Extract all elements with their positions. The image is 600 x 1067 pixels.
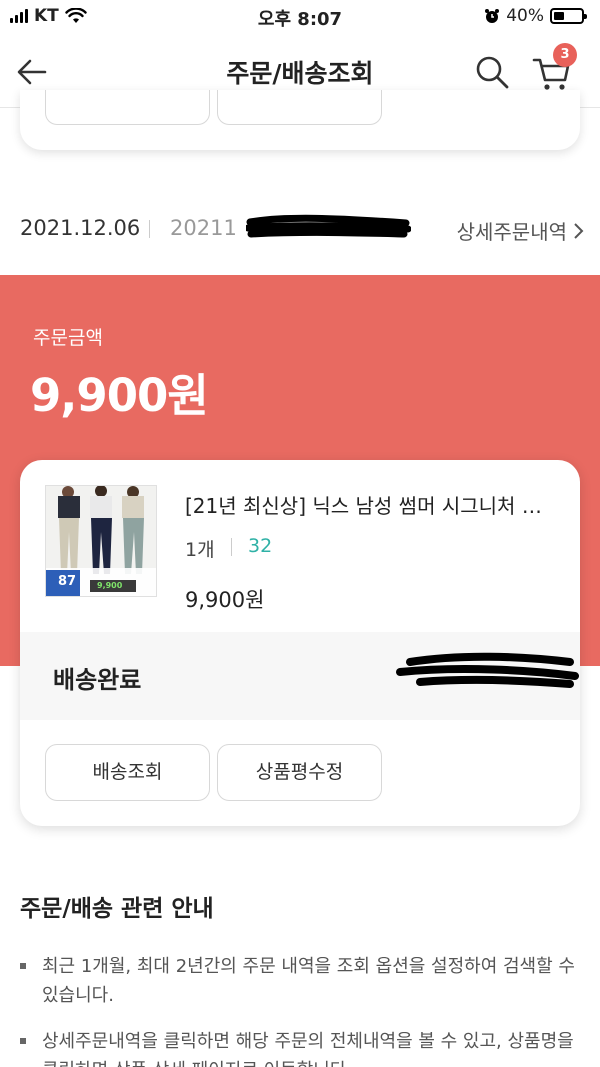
search-icon bbox=[476, 56, 509, 89]
product-option: 32 bbox=[248, 535, 273, 557]
order-detail-label: 상세주문내역 bbox=[456, 220, 567, 244]
alarm-icon bbox=[485, 9, 500, 23]
info-list: 최근 1개월, 최대 2년간의 주문 내역을 조회 옵션을 설정하여 검색할 수… bbox=[20, 952, 585, 1067]
page-title: 주문/배송조회 bbox=[226, 59, 374, 88]
product-name[interactable]: [21년 최신상] 닉스 남성 썸머 시그니처 팬츠 bbox=[185, 490, 555, 519]
cart-count-badge: 3 bbox=[553, 43, 577, 67]
amount-label: 주문금액 bbox=[33, 327, 103, 349]
delivery-status: 배송완료 bbox=[53, 666, 142, 694]
order-number: 20211 bbox=[170, 216, 237, 240]
info-item-text: 상세주문내역을 클릭하면 해당 주문의 전체내역을 볼 수 있고, 상품명을 클… bbox=[42, 1031, 574, 1067]
status-bar: KT 오후 8:07 40% bbox=[0, 0, 600, 34]
order-date: 2021.12.06 bbox=[20, 216, 141, 240]
bullet-icon bbox=[20, 963, 26, 969]
edit-review-button[interactable]: 상품평수정 bbox=[217, 744, 382, 801]
thumb-price: 9,900 bbox=[97, 581, 123, 590]
status-right: 40% bbox=[484, 6, 587, 26]
info-title: 주문/배송 관련 안내 bbox=[20, 896, 214, 922]
track-delivery-button[interactable]: 배송조회 bbox=[45, 744, 210, 801]
order-detail-link[interactable]: 상세주문내역 bbox=[457, 216, 585, 245]
previous-order-card bbox=[20, 90, 580, 150]
info-item-text: 최근 1개월, 최대 2년간의 주문 내역을 조회 옵션을 설정하여 검색할 수… bbox=[42, 956, 575, 1006]
delivery-status-row: 배송완료 bbox=[20, 632, 580, 720]
redaction-scribble bbox=[396, 652, 579, 688]
divider bbox=[231, 538, 232, 556]
bullet-icon bbox=[20, 1038, 26, 1044]
product-quantity: 1개 bbox=[185, 539, 215, 561]
chevron-right-icon bbox=[574, 222, 584, 239]
previous-review-button[interactable] bbox=[217, 90, 382, 125]
battery-percent: 40% bbox=[506, 6, 544, 26]
amount-value: 9,900원 bbox=[30, 369, 209, 422]
previous-track-button[interactable] bbox=[45, 90, 210, 125]
order-meta-row: 2021.12.06 20211 상세주문내역 bbox=[20, 214, 585, 246]
search-button[interactable] bbox=[474, 54, 510, 90]
product-price: 9,900원 bbox=[185, 588, 265, 612]
product-thumbnail[interactable]: 87 9,900 bbox=[45, 485, 157, 597]
thumb-discount: 87 bbox=[58, 574, 77, 589]
info-item: 상세주문내역을 클릭하면 해당 주문의 전체내역을 볼 수 있고, 상품명을 클… bbox=[20, 1027, 585, 1067]
divider bbox=[149, 220, 150, 238]
info-item: 최근 1개월, 최대 2년간의 주문 내역을 조회 옵션을 설정하여 검색할 수… bbox=[20, 952, 585, 1010]
redaction-scribble bbox=[246, 214, 411, 238]
battery-icon bbox=[550, 8, 587, 24]
order-item-card: 87 9,900 [21년 최신상] 닉스 남성 썸머 시그니처 팬츠 1개 3… bbox=[20, 460, 580, 826]
